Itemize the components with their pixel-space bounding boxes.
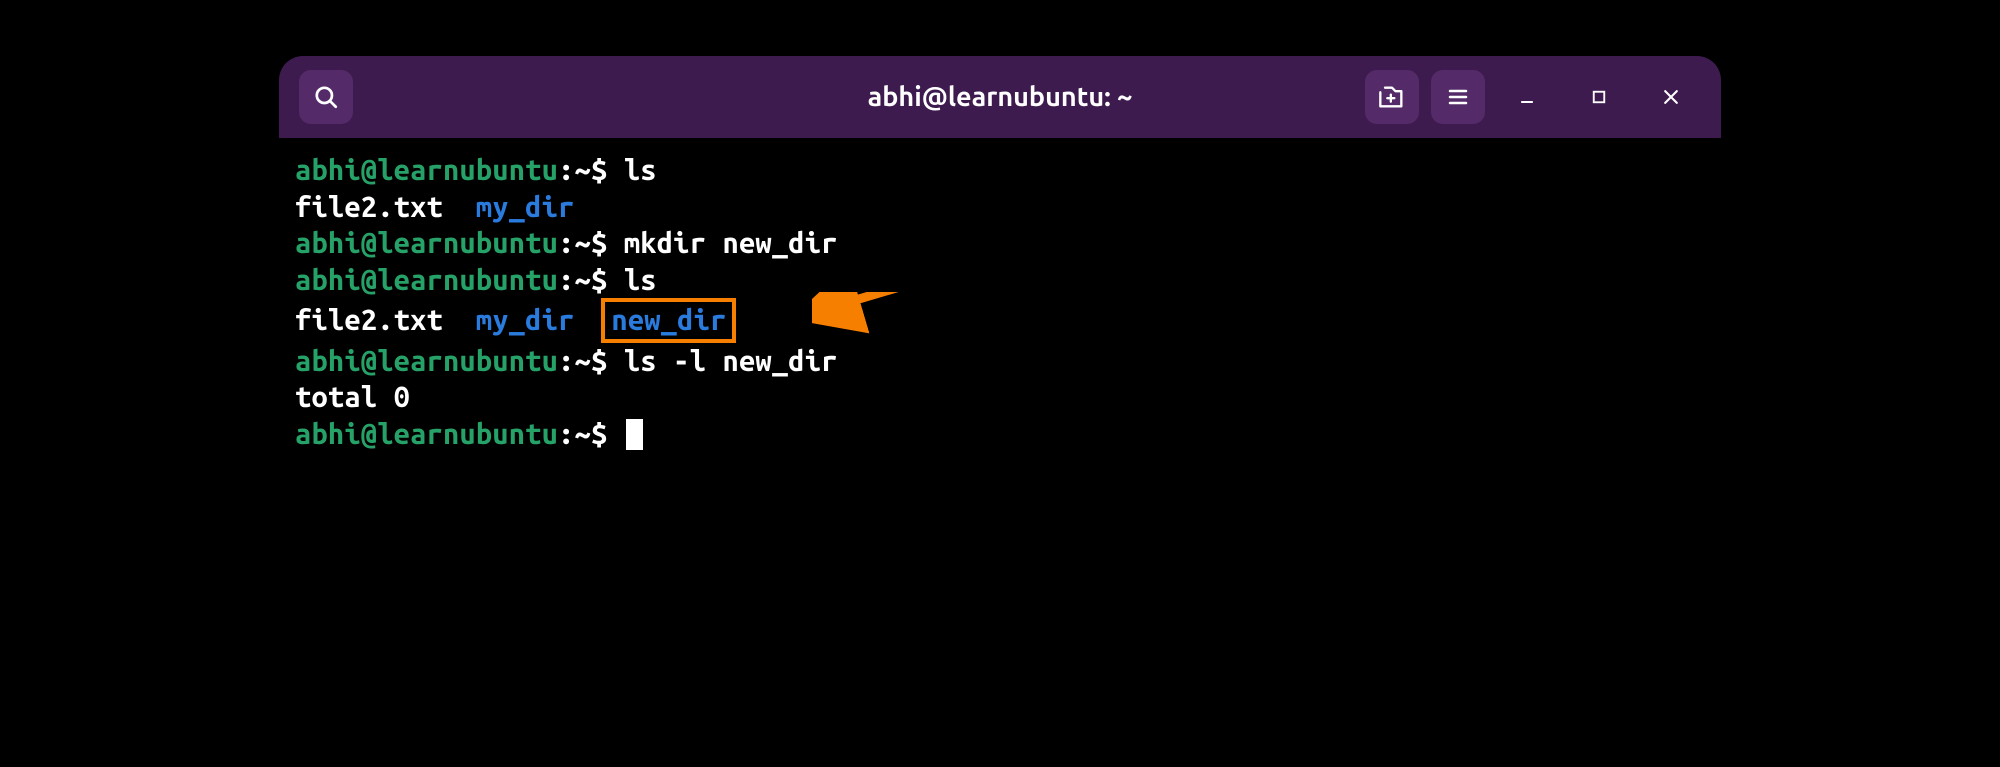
maximize-button[interactable] xyxy=(1569,70,1629,124)
file-name: file2.txt xyxy=(295,191,443,223)
prompt-dollar: $ xyxy=(591,154,607,186)
menu-icon xyxy=(1446,85,1470,109)
search-icon xyxy=(313,84,339,110)
new-tab-icon xyxy=(1378,83,1406,111)
terminal-line: abhi@learnubuntu:~$ xyxy=(295,416,1705,453)
prompt-user: abhi@learnubuntu xyxy=(295,418,558,450)
prompt-path: ~ xyxy=(575,345,591,377)
maximize-icon xyxy=(1590,88,1608,106)
menu-button[interactable] xyxy=(1431,70,1485,124)
prompt-user: abhi@learnubuntu xyxy=(295,227,558,259)
search-button[interactable] xyxy=(299,70,353,124)
terminal-line: abhi@learnubuntu:~$ ls xyxy=(295,152,1705,189)
cursor xyxy=(626,419,643,450)
terminal-line: total 0 xyxy=(295,379,1705,416)
output-text: total 0 xyxy=(295,381,410,413)
minimize-icon xyxy=(1517,87,1537,107)
prompt-user: abhi@learnubuntu xyxy=(295,264,558,296)
command-text: ls xyxy=(624,264,657,296)
titlebar: abhi@learnubuntu: ~ xyxy=(279,56,1721,138)
command-text: mkdir new_dir xyxy=(624,227,838,259)
terminal-line: file2.txt my_dir xyxy=(295,189,1705,226)
new-tab-button[interactable] xyxy=(1365,70,1419,124)
dir-name-highlighted: new_dir xyxy=(611,304,726,336)
command-text: ls -l new_dir xyxy=(624,345,838,377)
prompt-path: ~ xyxy=(575,154,591,186)
close-button[interactable] xyxy=(1641,70,1701,124)
file-name: file2.txt xyxy=(295,304,443,336)
close-icon xyxy=(1661,87,1681,107)
titlebar-left-group xyxy=(299,70,353,124)
terminal-line: abhi@learnubuntu:~$ mkdir new_dir xyxy=(295,225,1705,262)
command-text: ls xyxy=(624,154,657,186)
highlight-box: new_dir xyxy=(601,298,736,343)
terminal-line: file2.txt my_dir new_dir xyxy=(295,298,1705,343)
titlebar-right-group xyxy=(1365,70,1701,124)
prompt-path: ~ xyxy=(575,418,591,450)
terminal-window: abhi@learnubuntu: ~ xyxy=(279,56,1721,532)
prompt-colon: : xyxy=(558,154,574,186)
dir-name: my_dir xyxy=(476,304,575,336)
dir-name: my_dir xyxy=(476,191,575,223)
prompt-path: ~ xyxy=(575,264,591,296)
prompt-user: abhi@learnubuntu xyxy=(295,154,558,186)
prompt-path: ~ xyxy=(575,227,591,259)
terminal-body[interactable]: abhi@learnubuntu:~$ ls file2.txt my_dir … xyxy=(279,138,1721,532)
screenshot-container: abhi@learnubuntu: ~ xyxy=(0,0,2000,767)
terminal-line: abhi@learnubuntu:~$ ls xyxy=(295,262,1705,299)
terminal-line: abhi@learnubuntu:~$ ls -l new_dir xyxy=(295,343,1705,380)
prompt-user: abhi@learnubuntu xyxy=(295,345,558,377)
window-title: abhi@learnubuntu: ~ xyxy=(868,82,1133,112)
minimize-button[interactable] xyxy=(1497,70,1557,124)
